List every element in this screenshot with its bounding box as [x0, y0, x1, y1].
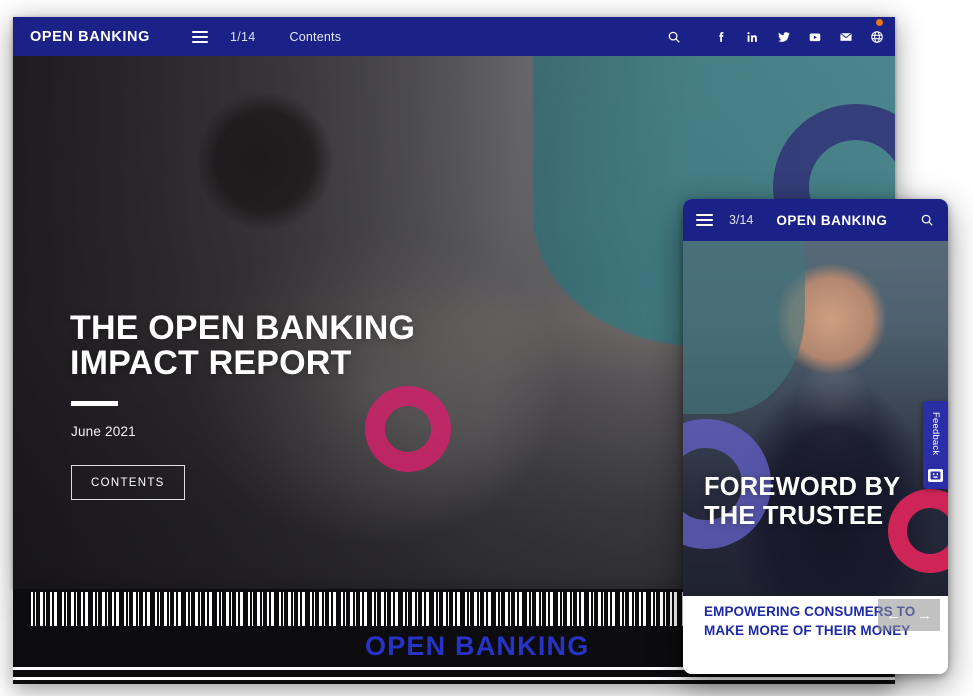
globe-icon[interactable]	[869, 28, 884, 46]
hamburger-bar	[696, 224, 713, 226]
twitter-icon[interactable]	[776, 28, 791, 46]
feedback-face-icon	[928, 469, 943, 482]
brand-wordmark: OPEN BANKING	[30, 28, 150, 45]
search-icon[interactable]	[666, 28, 681, 46]
page-title: THE OPEN BANKING IMPACT REPORT	[70, 309, 416, 382]
page-counter: 3/14	[729, 213, 754, 227]
nav-link-contents[interactable]: Contents	[290, 30, 342, 44]
mobile-top-navigation-bar: 3/14 OPEN BANKING	[683, 199, 948, 241]
feedback-tab-label: Feedback	[930, 412, 941, 456]
hero-copy-block: THE OPEN BANKING IMPACT REPORT June 2021…	[70, 309, 420, 501]
contents-button[interactable]: CONTENTS	[71, 465, 185, 501]
previous-slide-arrow-icon[interactable]: ←	[886, 608, 901, 623]
brand-wordmark: OPEN BANKING	[776, 212, 888, 228]
topbar-icon-group	[666, 18, 895, 46]
desktop-top-navigation-bar: OPEN BANKING 1/14 Contents	[13, 17, 895, 56]
facebook-icon[interactable]	[714, 28, 729, 46]
youtube-icon[interactable]	[807, 28, 822, 46]
hamburger-bar	[192, 30, 208, 33]
email-icon[interactable]	[838, 28, 853, 46]
hamburger-bar	[696, 219, 713, 221]
title-underline-rule	[71, 401, 118, 407]
mobile-caption-bar: ← → EMPOWERING CONSUMERS TO MAKE MORE OF…	[683, 596, 948, 674]
hamburger-bar	[192, 35, 208, 38]
hamburger-menu-icon[interactable]	[696, 214, 713, 226]
hamburger-bar	[192, 40, 208, 43]
footer-wordmark: OPEN BANKING	[365, 631, 590, 661]
mobile-report-preview: 3/14 OPEN BANKING FOREWORD BY THE TRUSTE…	[683, 199, 948, 674]
next-slide-arrow-icon[interactable]: →	[917, 608, 932, 623]
linkedin-icon[interactable]	[745, 28, 760, 46]
footer-divider-rule	[13, 677, 895, 680]
feedback-tab[interactable]: Feedback	[923, 401, 948, 489]
mobile-page-title: FOREWORD BY THE TRUSTEE	[704, 473, 900, 530]
hamburger-bar	[696, 214, 713, 216]
publication-date: June 2021	[71, 424, 136, 440]
hamburger-menu-icon[interactable]	[192, 30, 208, 43]
mobile-hero-section: FOREWORD BY THE TRUSTEE	[683, 241, 948, 596]
notification-badge-dot	[876, 18, 883, 26]
slide-navigation-controls: ← →	[878, 599, 940, 631]
page-counter: 1/14	[230, 29, 256, 44]
search-icon[interactable]	[920, 213, 934, 227]
